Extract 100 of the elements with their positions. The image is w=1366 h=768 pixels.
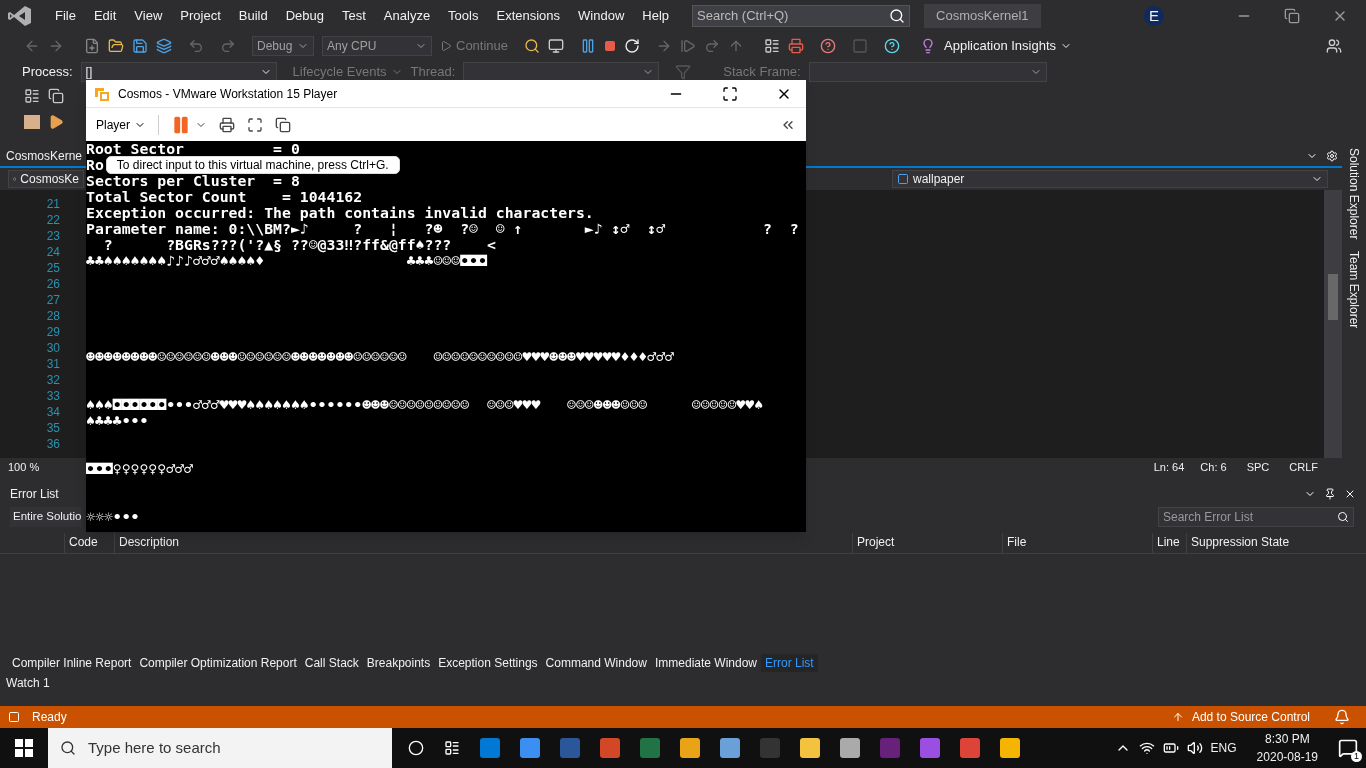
scrollbar-thumb[interactable] (1328, 274, 1338, 320)
panel-tab[interactable]: Command Window (541, 654, 651, 672)
battery-icon[interactable] (1162, 740, 1179, 756)
report-icon[interactable] (788, 38, 805, 54)
copy-icon[interactable] (48, 88, 64, 104)
panel-tab[interactable]: Immediate Window (650, 654, 761, 672)
panel-tab[interactable]: Exception Settings (434, 654, 542, 672)
folder-icon[interactable] (108, 38, 124, 54)
save-icon[interactable] (132, 38, 148, 54)
process-label: Process: (22, 63, 73, 82)
menu-item[interactable]: View (125, 6, 172, 26)
column-header[interactable]: Suppression State (1186, 533, 1336, 553)
clock-time: 8:30 PM (1264, 731, 1310, 748)
search-icon[interactable] (889, 8, 906, 24)
thread-label: Thread: (410, 63, 456, 82)
thread-dropdown[interactable] (463, 62, 660, 82)
help-icon[interactable] (884, 38, 901, 54)
stop-icon[interactable] (604, 40, 617, 52)
step-into-icon[interactable] (680, 38, 697, 54)
project-dropdown[interactable]: CosmosKe (8, 170, 84, 188)
menu-item[interactable]: Build (229, 6, 277, 26)
error-search-field[interactable]: Search Error List (1163, 508, 1323, 526)
player-menu-button[interactable]: Player (96, 115, 146, 134)
tooltip: To direct input to this virtual machine, press Ctrl+G. (105, 156, 400, 174)
panel-tab[interactable]: Compiler Inline Report (8, 654, 136, 672)
source-control-button[interactable]: Add to Source Control (1191, 708, 1310, 726)
notifications-icon[interactable] (1338, 738, 1358, 758)
platform-dropdown[interactable]: Any CPU (322, 36, 432, 56)
help-icon[interactable] (820, 38, 837, 54)
menu-item[interactable]: Extensions (487, 6, 570, 26)
menu-item[interactable]: Tools (439, 6, 488, 26)
new-file-icon[interactable] (84, 38, 100, 54)
windows-logo-icon[interactable] (15, 739, 33, 757)
member-dropdown[interactable]: wallpaper (892, 170, 1328, 188)
taskbar-search-box[interactable]: Type here to search (48, 728, 392, 768)
line-number: 32 (46, 372, 60, 388)
menu-item[interactable]: Help (633, 6, 679, 26)
task-view-icon[interactable] (444, 740, 460, 756)
pin-icon[interactable] (1324, 488, 1336, 500)
solution-name: CosmosKernel1 (924, 4, 1041, 28)
status-icon[interactable] (8, 711, 20, 723)
bell-icon[interactable] (1334, 709, 1350, 725)
wifi-icon[interactable] (1138, 740, 1155, 756)
taskbar-search-field[interactable]: Type here to search (88, 736, 287, 760)
menu-item[interactable]: File (46, 6, 85, 26)
panel-tab[interactable]: Breakpoints (362, 654, 435, 672)
search-icon[interactable] (1337, 511, 1349, 523)
line-number: 28 (46, 308, 60, 324)
settings-icon[interactable] (1326, 150, 1338, 162)
language-indicator[interactable]: ENG (1210, 739, 1237, 757)
line-number: 25 (46, 260, 60, 276)
feedback-icon[interactable] (1326, 38, 1342, 54)
indent-icon[interactable] (24, 88, 40, 104)
pause-icon[interactable] (171, 114, 191, 135)
panel-tab[interactable]: Error List (761, 654, 818, 672)
menu-item[interactable]: Debug (276, 6, 333, 26)
menu-item[interactable]: Edit (84, 6, 126, 26)
restart-icon[interactable] (624, 38, 641, 54)
menu-item[interactable]: Window (569, 6, 634, 26)
search-icon[interactable] (60, 740, 76, 756)
screen-icon[interactable] (548, 38, 565, 54)
app-logo-icon (8, 5, 32, 27)
side-tab[interactable]: Solution Explorer (1345, 148, 1363, 240)
column-header[interactable]: File (1002, 533, 1152, 553)
cortana-icon[interactable] (408, 740, 424, 756)
volume-icon[interactable] (1186, 740, 1203, 756)
line-number: 29 (46, 324, 60, 340)
column-header[interactable]: Line (1152, 533, 1186, 553)
zoom-level[interactable]: 100 % (8, 458, 40, 476)
console-line: Ro (86, 157, 104, 173)
restore-icon[interactable] (1284, 8, 1300, 24)
panel-tab[interactable]: Call Stack (300, 654, 363, 672)
thread-icon[interactable] (764, 38, 781, 54)
line-number: 34 (46, 404, 60, 420)
play-icon (440, 40, 452, 52)
watch-tab[interactable]: Watch 1 (6, 674, 50, 692)
column-header[interactable]: Code (64, 533, 114, 553)
account-avatar[interactable]: E (1144, 6, 1164, 26)
menu-item[interactable]: Test (333, 6, 375, 26)
column-header[interactable]: Description (114, 533, 852, 553)
play-icon[interactable] (48, 114, 64, 130)
process-dropdown[interactable]: [] (80, 62, 277, 82)
menu-item[interactable]: Analyze (374, 6, 440, 26)
insights-button[interactable]: Application Insights (944, 36, 1073, 56)
panel-tab[interactable]: Compiler Optimization Report (135, 654, 301, 672)
search-box[interactable]: Search (Ctrl+Q) (692, 5, 911, 27)
save-all-icon[interactable] (156, 38, 172, 54)
fullscreen-icon[interactable] (247, 116, 263, 133)
side-tab[interactable]: Team Explorer (1345, 251, 1363, 329)
configuration-dropdown[interactable]: Debug (252, 36, 314, 56)
line-number: 36 (46, 436, 60, 452)
search-field[interactable]: Search (Ctrl+Q) (697, 6, 878, 26)
column-indicator: Ch: 6 (1200, 459, 1227, 475)
maximize-icon[interactable] (722, 85, 738, 102)
error-search-box[interactable]: Search Error List (1158, 507, 1354, 527)
find-icon[interactable] (524, 38, 541, 54)
scope-dropdown[interactable]: Entire Solutio (10, 507, 82, 527)
column-header[interactable]: Project (852, 533, 1002, 553)
close-icon[interactable] (1344, 488, 1356, 500)
menu-item[interactable]: Project (171, 6, 230, 26)
